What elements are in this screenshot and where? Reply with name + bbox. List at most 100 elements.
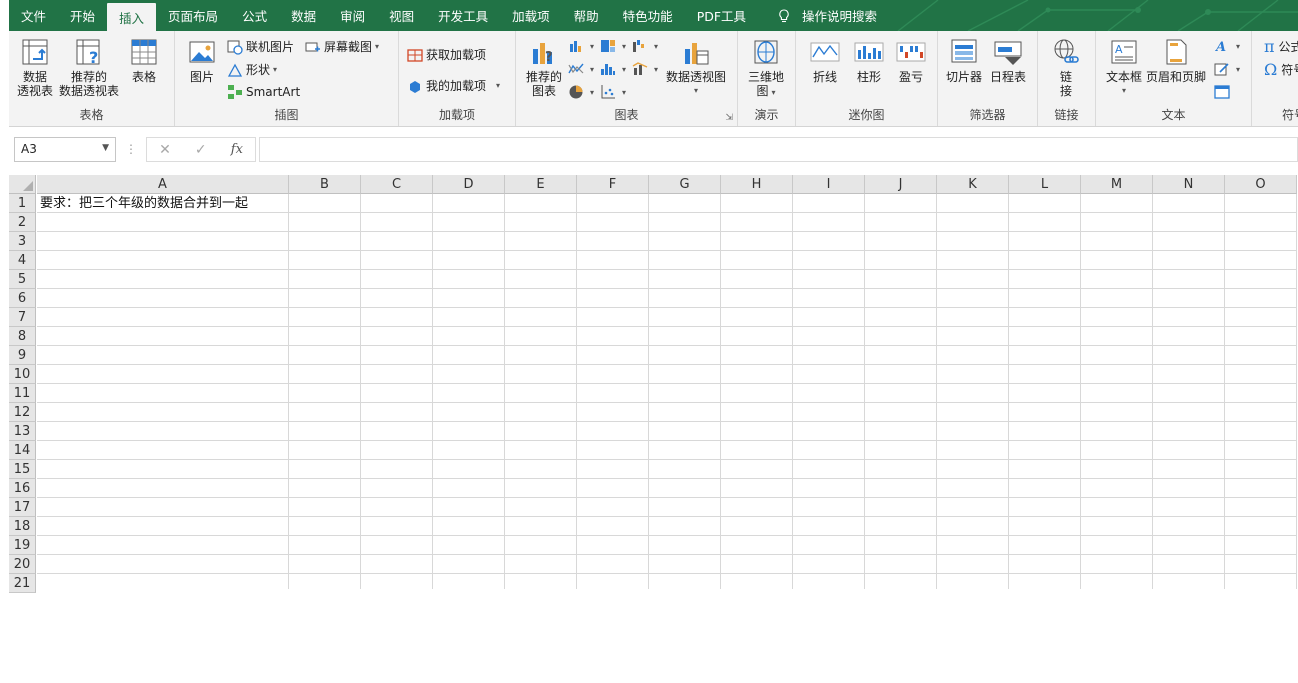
- row-header[interactable]: 16: [9, 479, 36, 498]
- table-button[interactable]: 表格: [129, 37, 159, 84]
- smartart-button[interactable]: SmartArt: [227, 84, 300, 100]
- header-footer-button[interactable]: 页眉和页脚: [1146, 37, 1206, 84]
- column-header[interactable]: E: [505, 175, 577, 194]
- column-header[interactable]: G: [649, 175, 721, 194]
- group-label-sparklines: 迷你图: [848, 108, 885, 122]
- ribbon-tab[interactable]: 插入: [107, 3, 157, 31]
- ribbon-tab[interactable]: 公式: [230, 0, 279, 31]
- get-addins-button[interactable]: 获取加载项: [407, 46, 486, 63]
- column-header[interactable]: L: [1009, 175, 1081, 194]
- row-header[interactable]: 20: [9, 555, 36, 574]
- pivot-table-button[interactable]: 数据 透视表: [17, 37, 53, 98]
- ribbon-tab[interactable]: 开发工具: [426, 0, 500, 31]
- column-header[interactable]: A: [37, 175, 289, 194]
- row-header[interactable]: 12: [9, 403, 36, 422]
- 3d-map-button[interactable]: 三维地 图 ▾: [748, 37, 784, 100]
- link-button[interactable]: 链 接: [1051, 37, 1081, 98]
- select-all-corner[interactable]: [9, 175, 36, 194]
- row-header[interactable]: 6: [9, 289, 36, 308]
- cell-a1[interactable]: 要求：把三个年级的数据合并到一起: [37, 194, 248, 213]
- column-header[interactable]: J: [865, 175, 937, 194]
- row-header[interactable]: 18: [9, 517, 36, 536]
- column-header[interactable]: K: [937, 175, 1009, 194]
- row-header[interactable]: 4: [9, 251, 36, 270]
- cell-area[interactable]: 要求：把三个年级的数据合并到一起: [37, 194, 1297, 589]
- combo-chart-button[interactable]: ▾: [632, 61, 658, 77]
- column-header[interactable]: O: [1225, 175, 1297, 194]
- ribbon-tab[interactable]: 文件: [9, 0, 58, 31]
- enter-icon[interactable]: ✓: [195, 142, 207, 158]
- column-header[interactable]: B: [289, 175, 361, 194]
- store-icon: [407, 48, 423, 62]
- scatter-chart-button[interactable]: ▾: [600, 84, 626, 100]
- line-chart-icon: [568, 63, 584, 74]
- my-addins-button[interactable]: 我的加载项 ▾: [407, 77, 500, 94]
- sparkline-column-icon: [854, 42, 884, 62]
- online-picture-button[interactable]: 联机图片: [227, 38, 294, 55]
- column-header[interactable]: M: [1081, 175, 1153, 194]
- name-box[interactable]: A3 ▼: [14, 137, 116, 162]
- symbol-button[interactable]: Ω 符号: [1264, 60, 1298, 79]
- pie-chart-button[interactable]: ▾: [568, 84, 594, 100]
- wordart-button[interactable]: A ▾: [1214, 38, 1240, 54]
- ribbon-tab[interactable]: 开始: [58, 0, 107, 31]
- smartart-icon: [228, 85, 242, 99]
- sparkline-winloss-button[interactable]: 盈亏: [896, 37, 926, 84]
- signature-line-button[interactable]: ▾: [1214, 61, 1240, 77]
- row-header[interactable]: 7: [9, 308, 36, 327]
- column-header[interactable]: F: [577, 175, 649, 194]
- recommended-charts-button[interactable]: ? 推荐的 图表: [526, 37, 562, 98]
- ribbon-tab[interactable]: 加载项: [500, 0, 562, 31]
- ribbon-tab[interactable]: 视图: [377, 0, 426, 31]
- hierarchy-chart-button[interactable]: ▾: [600, 38, 626, 54]
- line-chart-button[interactable]: ▾: [568, 61, 594, 77]
- row-header[interactable]: 9: [9, 346, 36, 365]
- row-header[interactable]: 21: [9, 574, 36, 593]
- picture-button[interactable]: 图片: [187, 37, 217, 84]
- screenshot-button[interactable]: 屏幕截图 ▾: [305, 38, 379, 55]
- ribbon-tab[interactable]: 审阅: [328, 0, 377, 31]
- ribbon-tab[interactable]: 特色功能: [611, 0, 685, 31]
- formula-bar-resize-handle[interactable]: ⋮: [125, 142, 137, 156]
- tell-me-search[interactable]: 操作说明搜索: [758, 0, 889, 31]
- cancel-icon[interactable]: ✕: [159, 142, 171, 158]
- row-header[interactable]: 2: [9, 213, 36, 232]
- column-chart-button[interactable]: ▾: [568, 38, 594, 54]
- sparkline-line-button[interactable]: 折线: [810, 37, 840, 84]
- row-header[interactable]: 8: [9, 327, 36, 346]
- row-header[interactable]: 17: [9, 498, 36, 517]
- sparkline-column-button[interactable]: 柱形: [854, 37, 884, 84]
- waterfall-chart-button[interactable]: ▾: [632, 38, 658, 54]
- gridlines: [288, 194, 1297, 589]
- statistic-chart-button[interactable]: ▾: [600, 61, 626, 77]
- ribbon-tab[interactable]: PDF工具: [685, 0, 758, 31]
- ribbon-tab[interactable]: 数据: [279, 0, 328, 31]
- ribbon-tab[interactable]: 帮助: [562, 0, 611, 31]
- textbox-button[interactable]: A 文本框 ▾: [1106, 37, 1142, 98]
- insert-function-icon[interactable]: fx: [231, 142, 243, 157]
- equation-button[interactable]: π 公式: [1264, 37, 1298, 56]
- row-header[interactable]: 14: [9, 441, 36, 460]
- formula-input[interactable]: [259, 137, 1298, 162]
- ribbon-tab[interactable]: 页面布局: [156, 0, 230, 31]
- timeline-button[interactable]: 日程表: [990, 37, 1026, 84]
- row-header[interactable]: 11: [9, 384, 36, 403]
- name-box-dropdown-icon[interactable]: ▼: [102, 143, 109, 153]
- row-header[interactable]: 5: [9, 270, 36, 289]
- column-header[interactable]: C: [361, 175, 433, 194]
- row-header[interactable]: 3: [9, 232, 36, 251]
- row-header[interactable]: 1: [9, 194, 36, 213]
- column-header[interactable]: N: [1153, 175, 1225, 194]
- pivot-chart-button[interactable]: 数据透视图 ▾: [666, 37, 726, 98]
- column-header[interactable]: D: [433, 175, 505, 194]
- shapes-button[interactable]: 形状 ▾: [227, 61, 277, 78]
- column-header[interactable]: H: [721, 175, 793, 194]
- row-header[interactable]: 13: [9, 422, 36, 441]
- row-header[interactable]: 10: [9, 365, 36, 384]
- row-header[interactable]: 19: [9, 536, 36, 555]
- object-button[interactable]: [1214, 84, 1233, 100]
- slicer-button[interactable]: 切片器: [946, 37, 982, 84]
- row-header[interactable]: 15: [9, 460, 36, 479]
- column-header[interactable]: I: [793, 175, 865, 194]
- recommended-pivot-button[interactable]: ? 推荐的 数据透视表: [59, 37, 119, 98]
